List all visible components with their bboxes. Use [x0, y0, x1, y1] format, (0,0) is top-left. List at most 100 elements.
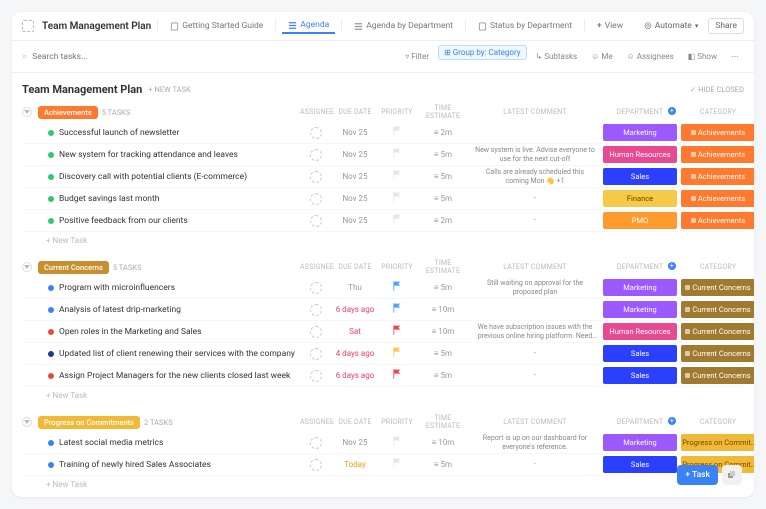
tab-status-dept[interactable]: Status by Department	[472, 19, 578, 33]
priority-cell[interactable]	[378, 303, 416, 316]
group-pill[interactable]: Progress on Commitments	[38, 416, 140, 429]
due-date[interactable]: Thu	[334, 283, 376, 292]
status-dot[interactable]	[48, 174, 54, 180]
column-header-department[interactable]: DEPARTMENT	[602, 108, 678, 116]
task-row[interactable]: Successful launch of newsletterNov 25≡ 2…	[22, 122, 744, 144]
due-date[interactable]: Nov 25	[334, 194, 376, 203]
due-date[interactable]: Nov 25	[334, 172, 376, 181]
status-dot[interactable]	[48, 196, 54, 202]
content-scroll[interactable]: Team Management Plan + NEW TASK ✓ HIDE C…	[12, 73, 754, 497]
task-row[interactable]: Budget savings last monthNov 25≡ 5m-Fina…	[22, 188, 744, 210]
priority-cell[interactable]	[378, 148, 416, 161]
category-tag[interactable]: Current Concerns	[681, 367, 754, 384]
status-dot[interactable]	[48, 285, 54, 291]
automate-button[interactable]: ◎Automate▾	[638, 19, 704, 33]
new-task-row[interactable]: + New Task	[22, 387, 744, 404]
priority-cell[interactable]	[378, 325, 416, 338]
category-tag[interactable]: Current Concerns	[681, 301, 754, 318]
assignee-placeholder[interactable]	[310, 127, 322, 139]
tab-agenda[interactable]: Agenda	[282, 18, 335, 34]
time-estimate[interactable]: ≡ 5m	[418, 349, 468, 358]
new-task-fab[interactable]: + Task	[677, 465, 718, 485]
tab-getting-started[interactable]: Getting Started Guide	[164, 19, 269, 33]
assignee-placeholder[interactable]	[310, 326, 322, 338]
filter-button[interactable]: ▿ Filter	[400, 50, 434, 63]
assignee-placeholder[interactable]	[310, 304, 322, 316]
task-row[interactable]: Discovery call with potential clients (E…	[22, 166, 744, 188]
priority-cell[interactable]	[378, 281, 416, 294]
task-row[interactable]: New system for tracking attendance and l…	[22, 144, 744, 166]
me-button[interactable]: ☺ Me	[586, 50, 617, 63]
due-date[interactable]: Nov 25	[334, 216, 376, 225]
due-date[interactable]: 6 days ago	[334, 305, 376, 314]
status-dot[interactable]	[48, 373, 54, 379]
department-tag[interactable]: Marketing	[603, 301, 677, 318]
department-tag[interactable]: Sales	[603, 168, 677, 185]
task-name-cell[interactable]: Assign Project Managers for the new clie…	[38, 371, 298, 381]
category-tag[interactable]: Achievements	[681, 124, 754, 141]
time-estimate[interactable]: ≡ 5m	[418, 283, 468, 292]
department-tag[interactable]: PMO	[603, 212, 677, 229]
new-task-row[interactable]: + New Task	[22, 476, 744, 493]
task-name-cell[interactable]: Latest social media metrics	[38, 438, 298, 448]
department-tag[interactable]: Marketing	[603, 279, 677, 296]
category-tag[interactable]: Current Concerns	[681, 279, 754, 296]
task-name-cell[interactable]: Positive feedback from our clients	[38, 216, 298, 226]
task-name-cell[interactable]: Analysis of latest drip-marketing	[38, 305, 298, 315]
group-pill[interactable]: Achievements	[38, 106, 98, 119]
group-toggle[interactable]	[22, 107, 32, 117]
priority-cell[interactable]	[378, 170, 416, 183]
status-dot[interactable]	[48, 351, 54, 357]
time-estimate[interactable]: ≡ 10m	[418, 305, 468, 314]
priority-cell[interactable]	[378, 347, 416, 360]
group-toggle[interactable]	[22, 262, 32, 272]
assignee-placeholder[interactable]	[310, 215, 322, 227]
time-estimate[interactable]: ≡ 10m	[418, 327, 468, 336]
task-row[interactable]: Training of newly hired Sales Associates…	[22, 454, 744, 476]
due-date[interactable]: Sat	[334, 327, 376, 336]
category-tag[interactable]: Achievements	[681, 146, 754, 163]
task-name-cell[interactable]: Open roles in the Marketing and Sales	[38, 327, 298, 337]
time-estimate[interactable]: ≡ 5m	[418, 194, 468, 203]
task-name-cell[interactable]: New system for tracking attendance and l…	[38, 150, 298, 160]
assignee-placeholder[interactable]	[310, 459, 322, 471]
assignee-placeholder[interactable]	[310, 193, 322, 205]
task-name-cell[interactable]: Updated list of client renewing their se…	[38, 349, 298, 359]
priority-cell[interactable]	[378, 126, 416, 139]
department-tag[interactable]: Human Resources	[603, 323, 677, 340]
category-tag[interactable]: Current Concerns	[681, 323, 754, 340]
show-button[interactable]: ◧ Show	[683, 50, 722, 63]
priority-cell[interactable]	[378, 436, 416, 449]
status-dot[interactable]	[48, 307, 54, 313]
due-date[interactable]: 4 days ago	[334, 349, 376, 358]
toolbar-more-button[interactable]: ⋯	[726, 50, 744, 63]
assignee-placeholder[interactable]	[310, 370, 322, 382]
task-name-cell[interactable]: Training of newly hired Sales Associates	[38, 460, 298, 470]
priority-cell[interactable]	[378, 458, 416, 471]
due-date[interactable]: 6 days ago	[334, 371, 376, 380]
task-row[interactable]: Analysis of latest drip-marketing 6 days …	[22, 299, 744, 321]
due-date[interactable]: Today	[334, 460, 376, 469]
column-header-department[interactable]: DEPARTMENT	[602, 263, 678, 271]
category-tag[interactable]: Progress on Commit…	[681, 434, 754, 451]
task-row[interactable]: Updated list of client renewing their se…	[22, 343, 744, 365]
task-row[interactable]: Latest social media metricsNov 25≡ 10mRe…	[22, 432, 744, 454]
department-tag[interactable]: Marketing	[603, 434, 677, 451]
task-row[interactable]: Positive feedback from our clients Nov 25…	[22, 210, 744, 232]
time-estimate[interactable]: ≡ 2m	[418, 128, 468, 137]
department-tag[interactable]: Marketing	[603, 124, 677, 141]
task-name-cell[interactable]: Program with microinfluencers	[38, 283, 298, 293]
column-header-department[interactable]: DEPARTMENT	[602, 418, 678, 426]
status-dot[interactable]	[48, 130, 54, 136]
priority-cell[interactable]	[378, 369, 416, 382]
time-estimate[interactable]: ≡ 5m	[418, 371, 468, 380]
status-dot[interactable]	[48, 152, 54, 158]
department-tag[interactable]: Sales	[603, 456, 677, 473]
group-toggle[interactable]	[22, 417, 32, 427]
task-name-cell[interactable]: Budget savings last month	[38, 194, 298, 204]
status-dot[interactable]	[48, 329, 54, 335]
subtasks-button[interactable]: ↳ Subtasks	[531, 50, 583, 63]
task-name-cell[interactable]: Successful launch of newsletter	[38, 128, 298, 138]
time-estimate[interactable]: ≡ 5m	[418, 460, 468, 469]
assignee-placeholder[interactable]	[310, 149, 322, 161]
